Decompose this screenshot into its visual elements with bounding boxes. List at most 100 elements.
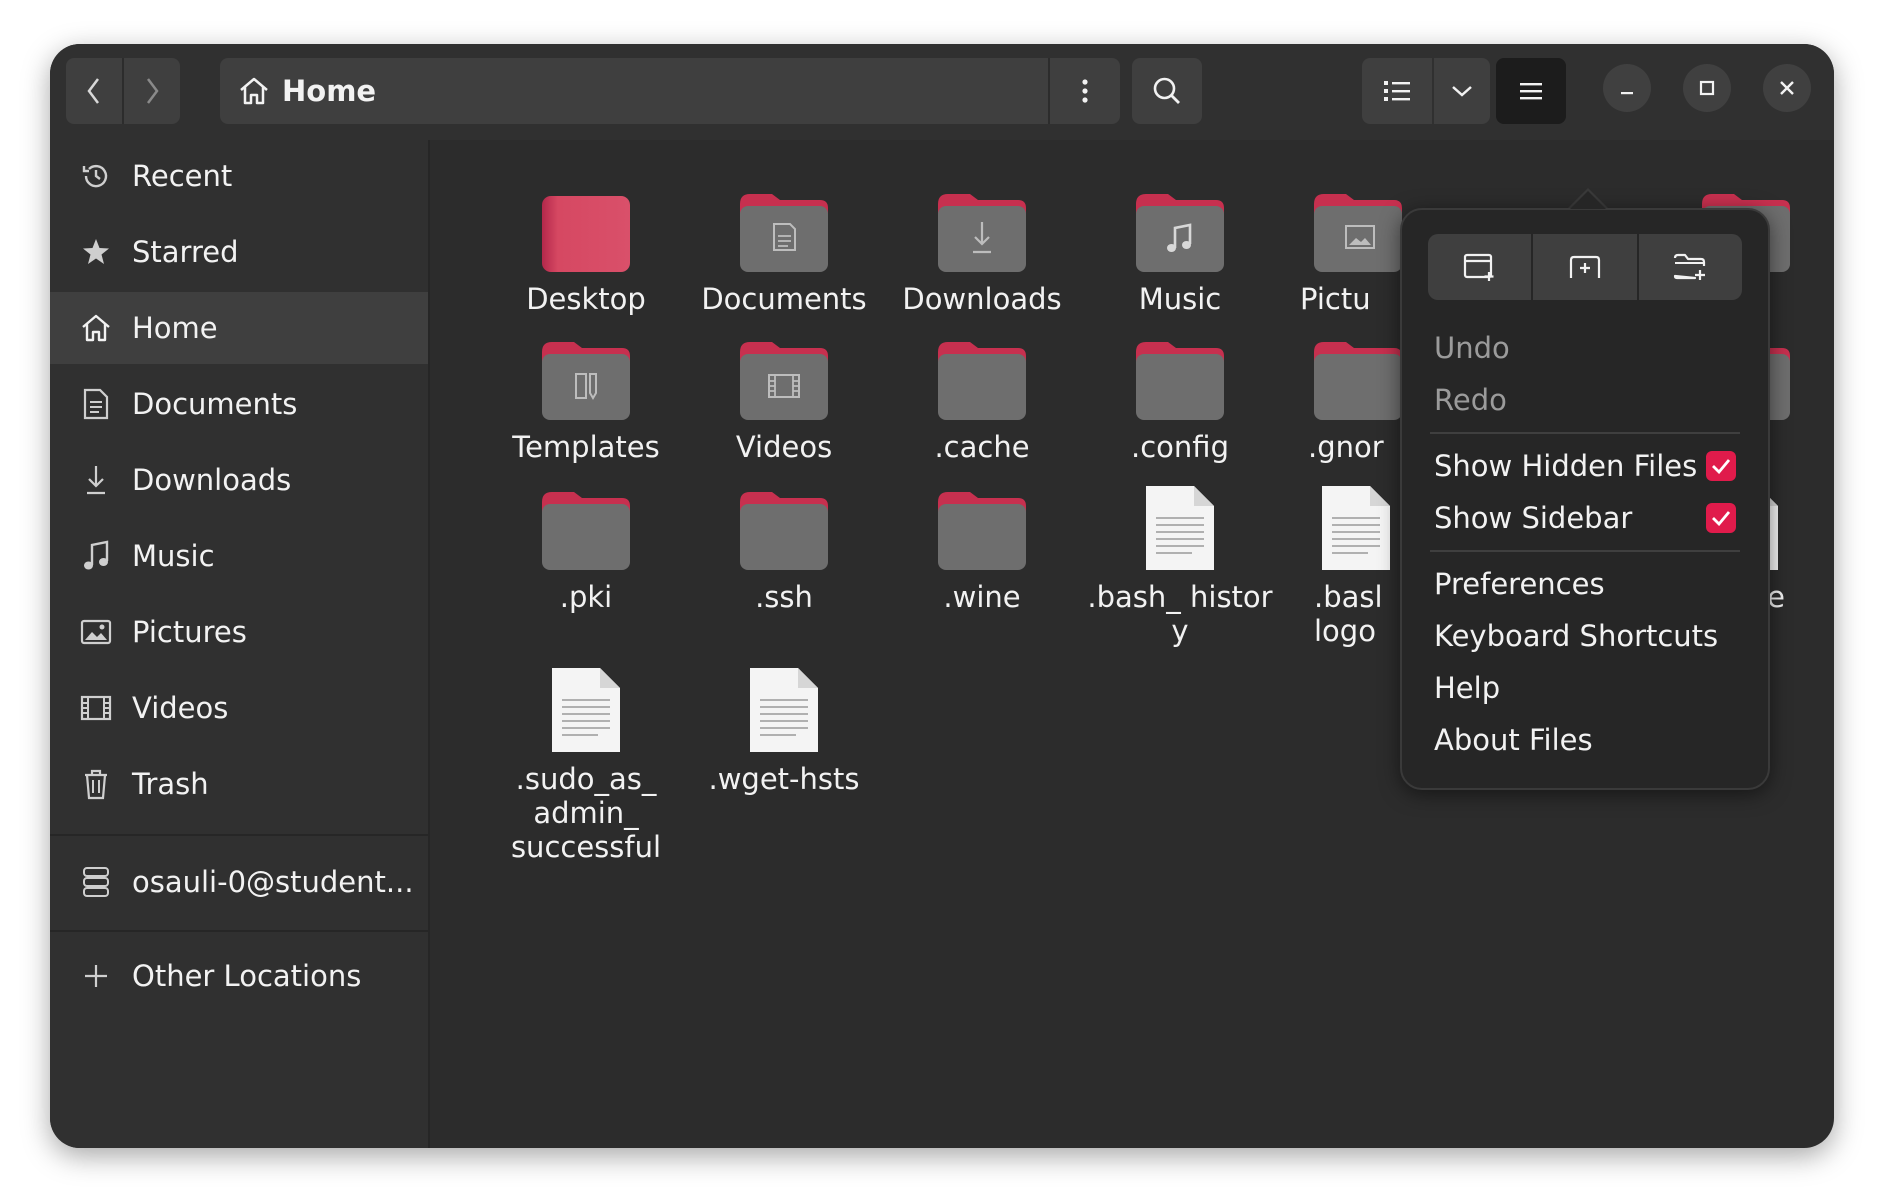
about-files-menu-item[interactable]: About Files (1434, 714, 1744, 766)
search-button[interactable] (1132, 58, 1202, 124)
file-item[interactable]: .pki (486, 478, 686, 614)
file-name: .pki (559, 580, 613, 614)
file-item[interactable]: .config (1080, 328, 1280, 464)
sidebar-item-label: Pictures (132, 615, 247, 649)
file-item[interactable]: .cache (882, 328, 1082, 464)
close-button[interactable] (1763, 64, 1811, 112)
file-item[interactable]: Videos (684, 328, 884, 464)
file-item[interactable]: Templates (486, 328, 686, 464)
new-folder-button[interactable] (1636, 234, 1742, 300)
preferences-menu-item[interactable]: Preferences (1434, 558, 1744, 610)
maximize-icon (1699, 80, 1715, 96)
file-item[interactable]: .gnor (1278, 328, 1408, 464)
nav-buttons (66, 58, 180, 124)
show-hidden-files-menu-item[interactable]: Show Hidden Files (1434, 440, 1744, 492)
plus-icon (76, 963, 116, 989)
sidebar-item-label: Recent (132, 159, 233, 193)
folder-documents-icon (684, 180, 884, 276)
sidebar-item-network[interactable]: osauli-0@student... (50, 846, 428, 918)
keyboard-shortcuts-menu-item[interactable]: Keyboard Shortcuts (1434, 610, 1744, 662)
file-name: .gnor (1308, 430, 1384, 464)
file-name: Videos (735, 430, 833, 464)
sidebar-item-label: Starred (132, 235, 239, 269)
path-label: Home (282, 74, 377, 108)
checkmark-icon (1712, 511, 1731, 526)
file-item[interactable]: .bash_ history (1080, 478, 1280, 648)
home-icon (76, 313, 116, 343)
redo-menu-item[interactable]: Redo (1434, 374, 1744, 426)
view-toggle-button[interactable] (1362, 58, 1432, 124)
folder-templates-icon (486, 328, 686, 424)
back-button[interactable] (66, 58, 124, 124)
sidebar-item-trash[interactable]: Trash (50, 748, 428, 820)
show-hidden-files-checkbox[interactable] (1706, 451, 1736, 481)
file-item[interactable]: .wine (882, 478, 1082, 614)
hamburger-menu-icon (1520, 83, 1542, 100)
sidebar-item-label: Downloads (132, 463, 292, 497)
recent-icon (76, 160, 116, 192)
new-folder-icon (1674, 253, 1706, 280)
chevron-right-icon (147, 78, 159, 104)
popover-arrow-fill (1570, 191, 1606, 209)
main-menu-popover: Undo Redo Show Hidden Files Show Sidebar… (1400, 208, 1770, 790)
sidebar-item-documents[interactable]: Documents (50, 368, 428, 440)
file-item[interactable]: Music (1080, 180, 1280, 316)
search-icon (1153, 77, 1180, 104)
minimize-button[interactable] (1603, 64, 1651, 112)
file-name: Music (1138, 282, 1222, 316)
folder-pictures-icon (1278, 180, 1408, 276)
folder-icon (1080, 328, 1280, 424)
folder-icon (882, 478, 1082, 574)
menu-separator (1430, 432, 1740, 434)
file-item[interactable]: .ssh (684, 478, 884, 614)
file-item[interactable]: Downloads (882, 180, 1082, 316)
path-menu-button[interactable] (1048, 58, 1120, 124)
sidebar-item-downloads[interactable]: Downloads (50, 444, 428, 516)
sidebar-item-videos[interactable]: Videos (50, 672, 428, 744)
folder-icon (882, 328, 1082, 424)
sidebar-item-recent[interactable]: Recent (50, 140, 428, 212)
help-menu-item[interactable]: Help (1434, 662, 1744, 714)
file-name: .ssh (755, 580, 813, 614)
show-hidden-files-label: Show Hidden Files (1434, 449, 1698, 483)
sidebar-item-starred[interactable]: Starred (50, 216, 428, 288)
main-menu-button[interactable] (1496, 58, 1566, 124)
sidebar-item-music[interactable]: Music (50, 520, 428, 592)
show-sidebar-checkbox[interactable] (1706, 503, 1736, 533)
sidebar-item-label: Trash (132, 767, 209, 801)
kebab-menu-icon (1082, 79, 1088, 103)
sidebar-item-label: osauli-0@student... (132, 865, 414, 899)
new-tab-icon (1569, 255, 1601, 278)
menu-separator (1430, 550, 1740, 552)
show-sidebar-menu-item[interactable]: Show Sidebar (1434, 492, 1744, 544)
file-item[interactable]: .wget-hsts (684, 660, 884, 796)
sidebar-item-home[interactable]: Home (50, 292, 428, 364)
file-name: Pictu (1300, 282, 1371, 316)
home-icon (240, 77, 268, 105)
checkmark-icon (1712, 459, 1731, 474)
folder-downloads-icon (882, 180, 1082, 276)
file-item[interactable]: Documents (684, 180, 884, 316)
new-tab-button[interactable] (1531, 234, 1636, 300)
sidebar-item-label: Music (132, 539, 215, 573)
file-item[interactable]: Pictu (1278, 180, 1408, 316)
popover-action-row (1428, 234, 1742, 300)
path-bar[interactable]: Home (220, 58, 1120, 124)
file-item[interactable]: .basl logo (1278, 478, 1408, 648)
file-item[interactable]: Desktop (486, 180, 686, 316)
trash-icon (76, 768, 116, 800)
file-name: .wine (943, 580, 1021, 614)
sidebar-item-pictures[interactable]: Pictures (50, 596, 428, 668)
file-name: Templates (512, 430, 660, 464)
forward-button[interactable] (124, 58, 180, 124)
sidebar-item-label: Videos (132, 691, 229, 725)
undo-menu-item[interactable]: Undo (1434, 322, 1744, 374)
new-window-button[interactable] (1428, 234, 1531, 300)
view-options-button[interactable] (1434, 58, 1490, 124)
download-icon (76, 464, 116, 496)
music-icon (76, 540, 116, 572)
file-item[interactable]: .sudo_as_ admin_ successful (486, 660, 686, 864)
maximize-button[interactable] (1683, 64, 1731, 112)
file-name: .config (1131, 430, 1229, 464)
sidebar-item-other-locations[interactable]: Other Locations (50, 940, 428, 1012)
